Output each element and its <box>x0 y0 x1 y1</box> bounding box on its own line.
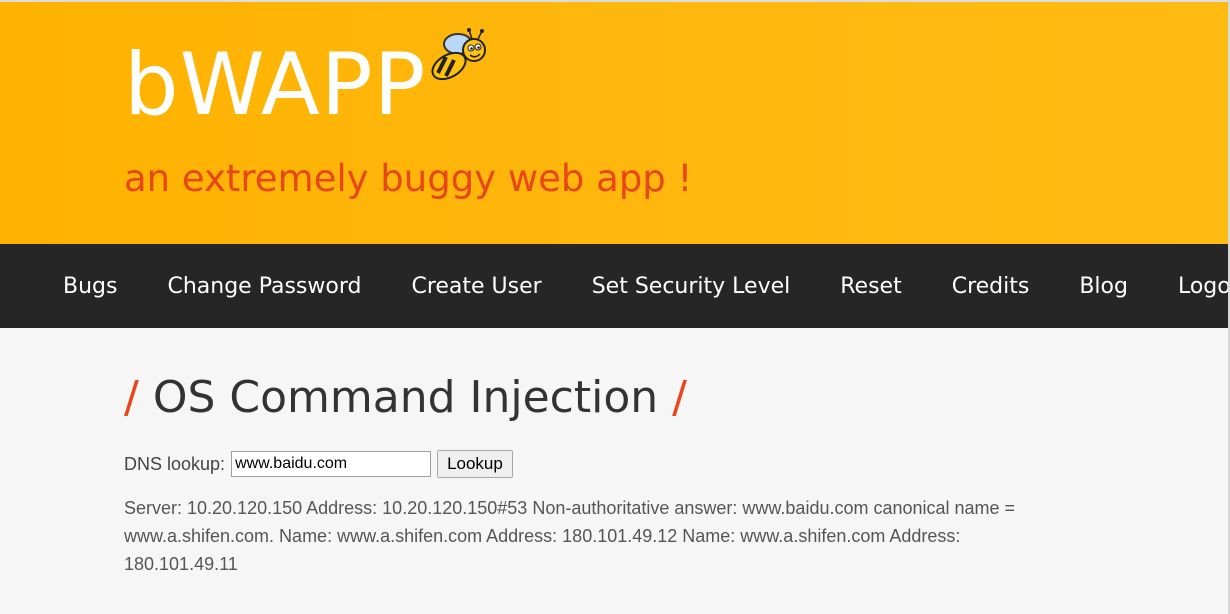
tagline: an extremely buggy web app ! <box>124 157 693 200</box>
lookup-button[interactable]: Lookup <box>437 450 513 478</box>
page-title: / OS Command Injection / <box>124 372 687 423</box>
logo-text[interactable]: bWAPP <box>124 42 426 128</box>
menu-item-logout[interactable]: Logout <box>1153 274 1230 299</box>
menu-item-bugs[interactable]: Bugs <box>38 274 142 299</box>
dns-lookup-label: DNS lookup: <box>124 453 226 474</box>
page-title-text: OS Command Injection <box>152 372 659 423</box>
menu-item-credits[interactable]: Credits <box>927 274 1055 299</box>
menu-item-reset[interactable]: Reset <box>815 274 926 299</box>
title-slash-right: / <box>672 372 687 423</box>
dns-lookup-input[interactable] <box>231 451 432 477</box>
lookup-result: Server: 10.20.120.150 Address: 10.20.120… <box>124 498 1016 574</box>
main-menu: Bugs Change Password Create User Set Sec… <box>0 244 1230 328</box>
menu-item-blog[interactable]: Blog <box>1054 274 1153 299</box>
bee-icon <box>431 28 486 81</box>
menu-item-set-security-level[interactable]: Set Security Level <box>567 274 816 299</box>
title-slash-left: / <box>124 372 139 423</box>
dns-lookup-form: DNS lookup: Lookup <box>124 450 513 478</box>
menu-item-change-password[interactable]: Change Password <box>142 274 386 299</box>
menu-item-create-user[interactable]: Create User <box>386 274 566 299</box>
header: bWAPP an extremely buggy web app ! <box>0 0 1230 244</box>
